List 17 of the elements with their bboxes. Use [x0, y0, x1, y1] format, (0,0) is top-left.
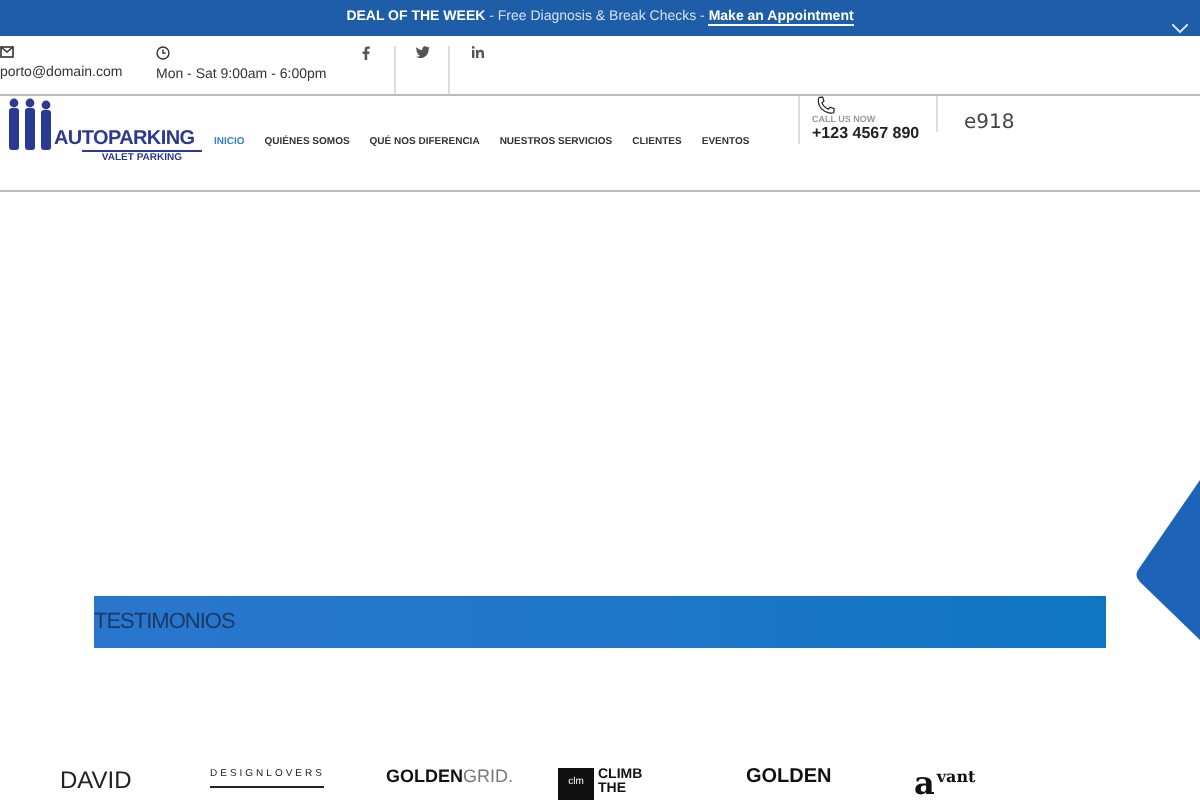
- people-silhouette-icon: [4, 98, 56, 150]
- chevron-icon[interactable]: [1172, 24, 1188, 34]
- twitter-icon[interactable]: [415, 46, 429, 58]
- icon-code-text: e918: [964, 112, 1015, 134]
- phone-number: +123 4567 890: [812, 124, 922, 144]
- client-logo-text: vant: [936, 768, 976, 784]
- facebook-icon[interactable]: [361, 46, 369, 60]
- client-logo-text: DAVID: [60, 768, 132, 792]
- section-title: TESTIMONIOS: [94, 607, 235, 638]
- client-logo-text: GOLDENGRID.: [386, 768, 514, 786]
- logo-text: AUTOPARKING: [54, 130, 195, 150]
- client-logo-mark: a: [914, 768, 935, 800]
- phone-icon: [812, 96, 840, 115]
- linkedin-icon[interactable]: [471, 46, 483, 58]
- client-logo-text: GOLDEN: [746, 768, 832, 788]
- clock-icon: [156, 46, 170, 60]
- mail-icon: [0, 46, 14, 58]
